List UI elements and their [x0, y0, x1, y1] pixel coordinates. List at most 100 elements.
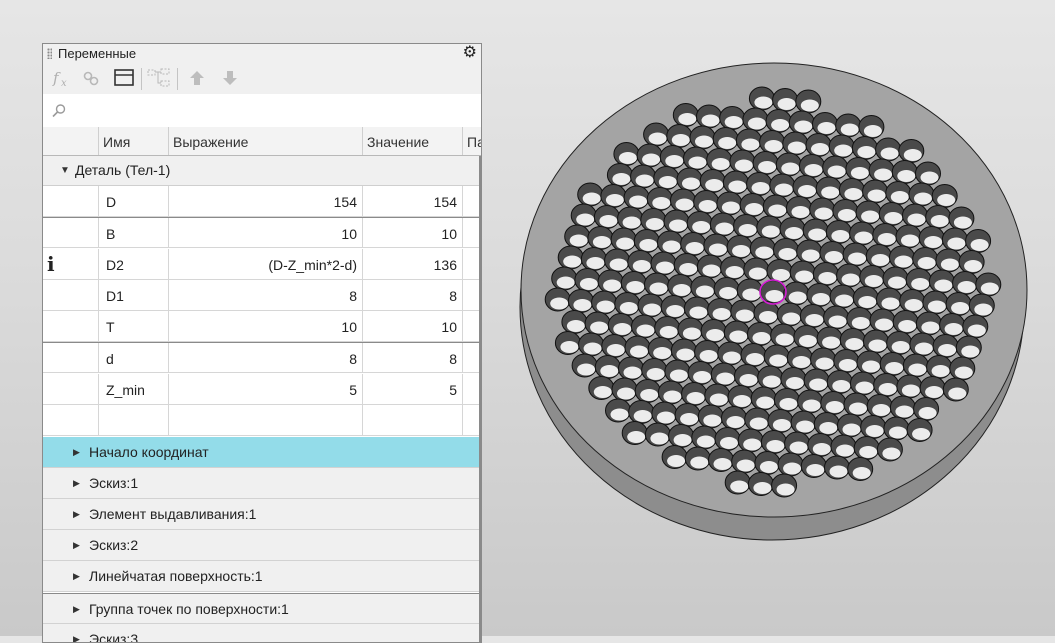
variable-name[interactable]: D — [98, 186, 168, 216]
hole — [832, 199, 859, 223]
arrow-up-icon[interactable] — [185, 67, 209, 89]
variable-name[interactable]: B — [98, 218, 168, 248]
hole — [918, 226, 945, 250]
gear-icon[interactable]: ⚙ — [463, 44, 477, 62]
column-header-expression[interactable]: Выражение — [168, 127, 362, 155]
tree-item-sketch-2[interactable]: ▶ Эскиз:2 — [43, 530, 479, 561]
variable-name[interactable]: Z_min — [98, 374, 168, 404]
arrow-down-icon[interactable] — [218, 67, 242, 89]
hole — [833, 349, 860, 373]
hole — [800, 454, 827, 478]
variable-expression[interactable]: 8 — [168, 280, 362, 310]
hole — [873, 373, 900, 397]
tree-item-origin[interactable]: ▶ Начало координат — [43, 437, 479, 468]
hole — [748, 86, 775, 111]
link-icon[interactable] — [79, 67, 103, 89]
variable-row[interactable]: d 8 8 — [43, 342, 479, 373]
function-icon[interactable]: fx — [49, 67, 73, 89]
hole — [856, 350, 883, 375]
variable-expression[interactable]: 8 — [168, 343, 362, 373]
hole — [736, 278, 763, 303]
expand-triangle-icon[interactable]: ▶ — [73, 604, 80, 615]
hole — [743, 257, 770, 282]
variable-row[interactable]: D1 8 8 — [43, 280, 479, 311]
variable-expression[interactable] — [168, 405, 362, 435]
hole — [713, 277, 740, 301]
expand-triangle-icon[interactable]: ▶ — [73, 447, 80, 458]
variables-panel: Переменные ⚙ fx Имя Выражение Значение П… — [42, 43, 482, 643]
hole — [605, 398, 631, 423]
hole — [704, 383, 731, 408]
svg-text:f: f — [52, 69, 61, 87]
hole — [708, 448, 734, 472]
group-row-detail[interactable]: ▼ Деталь (Тел-1) — [43, 156, 479, 186]
variable-parameter — [462, 311, 479, 341]
variable-row[interactable]: i D2 (D-Z_min*2-d) 136 — [43, 249, 479, 280]
variable-expression[interactable]: 5 — [168, 374, 362, 404]
variable-row[interactable]: B 10 10 — [43, 217, 479, 248]
tree-item-point-group-1[interactable]: ▶ Группа точек по поверхности:1 — [43, 593, 479, 624]
hole — [624, 335, 651, 360]
tree-item-label: Эскиз:1 — [89, 475, 139, 491]
variable-expression[interactable]: 154 — [168, 186, 362, 216]
variable-name[interactable]: D1 — [98, 280, 168, 310]
column-header-parameter[interactable]: Па — [462, 127, 481, 155]
variable-row[interactable]: D 154 154 — [43, 186, 479, 217]
hole — [760, 430, 787, 454]
variable-name[interactable]: D2 — [98, 249, 168, 279]
hole — [747, 322, 773, 346]
tree-view-icon[interactable] — [147, 67, 171, 89]
hole — [689, 125, 716, 150]
hole — [753, 301, 780, 325]
hole — [716, 191, 743, 216]
vertical-scrollbar[interactable] — [479, 156, 481, 642]
variable-row[interactable]: Z_min 5 5 — [43, 374, 479, 405]
hole — [816, 326, 843, 351]
panel-titlebar[interactable]: Переменные ⚙ — [43, 44, 481, 63]
variable-row[interactable]: T 10 10 — [43, 311, 479, 342]
hole — [588, 376, 615, 400]
model-viewport[interactable] — [482, 0, 1055, 636]
hole — [672, 103, 699, 127]
tree-item-extrusion-1[interactable]: ▶ Элемент выдавливания:1 — [43, 499, 479, 530]
hole — [942, 377, 969, 402]
table-view-icon[interactable] — [112, 67, 136, 89]
hole — [657, 380, 684, 405]
expand-triangle-icon[interactable]: ▶ — [73, 634, 80, 642]
hole — [763, 344, 790, 369]
hole — [909, 332, 936, 357]
drag-grip-icon[interactable] — [47, 48, 52, 59]
column-header-name[interactable]: Имя — [98, 127, 168, 155]
search-bar[interactable] — [43, 94, 481, 127]
hole — [788, 110, 815, 135]
expand-triangle-icon[interactable]: ▶ — [73, 571, 80, 582]
tree-item-ruled-surface-1[interactable]: ▶ Линейчатая поверхность:1 — [43, 561, 479, 592]
hole — [955, 335, 982, 360]
variable-expression[interactable]: 10 — [168, 311, 362, 341]
variable-name[interactable]: T — [98, 311, 168, 341]
expand-triangle-icon[interactable]: ▶ — [73, 509, 80, 520]
expand-triangle-icon[interactable]: ▶ — [73, 478, 80, 489]
hole — [824, 455, 850, 480]
tree-item-sketch-1[interactable]: ▶ Эскиз:1 — [43, 468, 479, 499]
tree-item-sketch-3[interactable]: ▶ Эскиз:3 — [43, 624, 479, 642]
hole — [650, 251, 677, 276]
variable-row-empty[interactable] — [43, 405, 479, 436]
hole — [828, 134, 855, 159]
column-header-value[interactable]: Значение — [362, 127, 462, 155]
variable-name[interactable]: d — [98, 343, 168, 373]
hole — [640, 208, 667, 232]
hole — [819, 241, 846, 265]
hole — [722, 170, 749, 195]
hole — [752, 151, 779, 175]
variable-name[interactable] — [98, 405, 168, 435]
variable-expression[interactable]: (D-Z_min*2-d) — [168, 249, 362, 279]
perforated-disk-model[interactable] — [482, 0, 1055, 636]
hole — [604, 248, 631, 273]
hole — [941, 227, 968, 252]
variable-expression[interactable]: 10 — [168, 218, 362, 248]
expand-triangle-icon[interactable]: ▼ — [60, 165, 70, 176]
expand-triangle-icon[interactable]: ▶ — [73, 540, 80, 551]
hole — [730, 299, 757, 324]
hole — [697, 404, 724, 429]
